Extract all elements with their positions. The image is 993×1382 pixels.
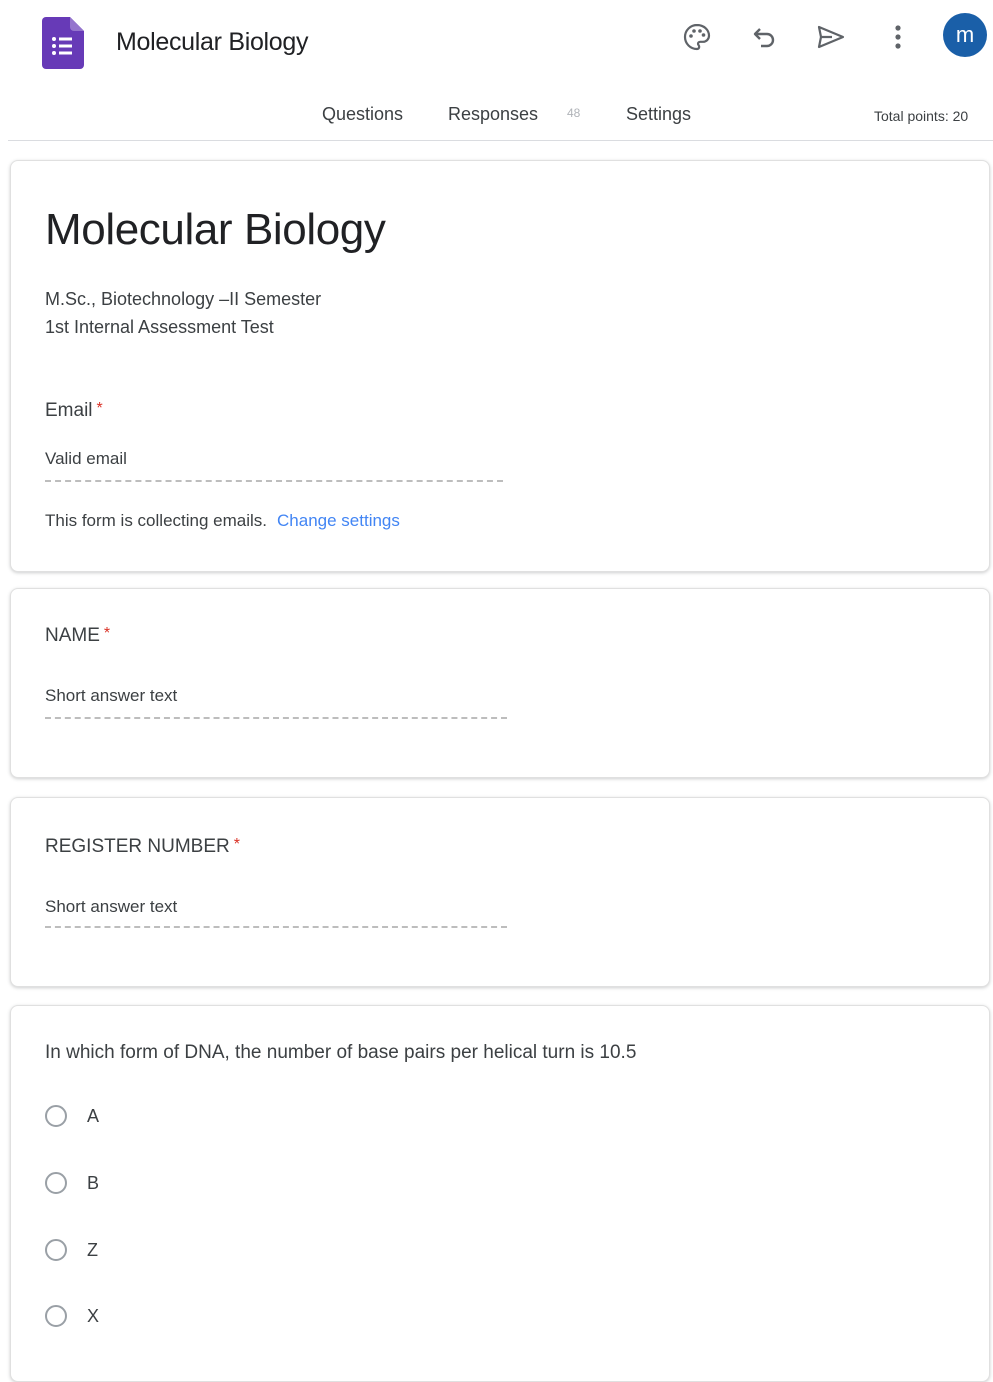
short-answer-placeholder: Short answer text xyxy=(45,897,178,916)
collecting-emails-text: This form is collecting emails. xyxy=(45,511,268,530)
short-answer-underline xyxy=(45,926,507,928)
form-header-card[interactable]: Molecular Biology M.Sc., Biotechnology –… xyxy=(10,160,990,572)
radio-button[interactable] xyxy=(45,1172,67,1194)
radio-button[interactable] xyxy=(45,1305,67,1327)
option-row-a[interactable]: A xyxy=(45,1101,99,1131)
change-settings-link[interactable]: Change settings xyxy=(277,511,400,530)
question-card-register-number[interactable]: REGISTER NUMBER * Short answer text xyxy=(10,797,990,987)
question-card-mcq[interactable]: In which form of DNA, the number of base… xyxy=(10,1005,990,1382)
email-label: Email xyxy=(45,400,93,421)
email-question-title: Email * xyxy=(45,400,103,422)
question-title-text: NAME xyxy=(45,625,100,646)
avatar[interactable]: m xyxy=(943,13,987,57)
option-row-x[interactable]: X xyxy=(45,1301,99,1331)
form-title[interactable]: Molecular Biology xyxy=(45,205,386,255)
required-asterisk: * xyxy=(233,836,240,853)
form-description-line-1[interactable]: M.Sc., Biotechnology –II Semester xyxy=(45,289,321,310)
send-icon[interactable] xyxy=(811,17,851,57)
responses-count-badge: 48 xyxy=(567,106,581,120)
required-asterisk: * xyxy=(103,625,111,642)
question-card-name[interactable]: NAME * Short answer text xyxy=(10,588,990,778)
radio-button[interactable] xyxy=(45,1105,67,1127)
more-vert-icon[interactable] xyxy=(878,17,918,57)
option-label: B xyxy=(87,1172,100,1193)
email-input-underline xyxy=(45,480,503,482)
form-tabs: Questions Responses 48 Settings Total po… xyxy=(0,96,993,142)
option-row-z[interactable]: Z xyxy=(45,1235,98,1265)
undo-icon[interactable] xyxy=(745,17,785,57)
email-input-placeholder: Valid email xyxy=(45,449,127,468)
form-description-line-2[interactable]: 1st Internal Assessment Test xyxy=(45,317,274,338)
question-title-text: REGISTER NUMBER xyxy=(45,836,230,857)
short-answer-underline xyxy=(45,717,507,719)
option-label: A xyxy=(87,1105,100,1126)
mcq-question-title: In which form of DNA, the number of base… xyxy=(45,1042,637,1063)
required-asterisk: * xyxy=(96,400,103,417)
app-title[interactable]: Molecular Biology xyxy=(116,28,309,57)
collecting-emails-note: This form is collecting emails. Change se… xyxy=(45,511,400,531)
question-title: REGISTER NUMBER * xyxy=(45,836,240,858)
option-label: Z xyxy=(87,1239,98,1260)
option-row-b[interactable]: B xyxy=(45,1168,99,1198)
question-title: NAME * xyxy=(45,625,110,647)
tab-responses[interactable]: Responses xyxy=(448,104,538,125)
radio-button[interactable] xyxy=(45,1239,67,1261)
option-label: X xyxy=(87,1305,100,1326)
short-answer-placeholder: Short answer text xyxy=(45,686,178,705)
tab-settings[interactable]: Settings xyxy=(626,104,691,125)
palette-icon[interactable] xyxy=(677,17,717,57)
top-app-bar: Molecular Biology m xyxy=(0,0,993,90)
google-forms-logo-icon[interactable] xyxy=(42,17,84,69)
tab-questions[interactable]: Questions xyxy=(322,104,403,125)
total-points: Total points: 20 xyxy=(874,108,969,124)
header-divider xyxy=(8,140,993,141)
